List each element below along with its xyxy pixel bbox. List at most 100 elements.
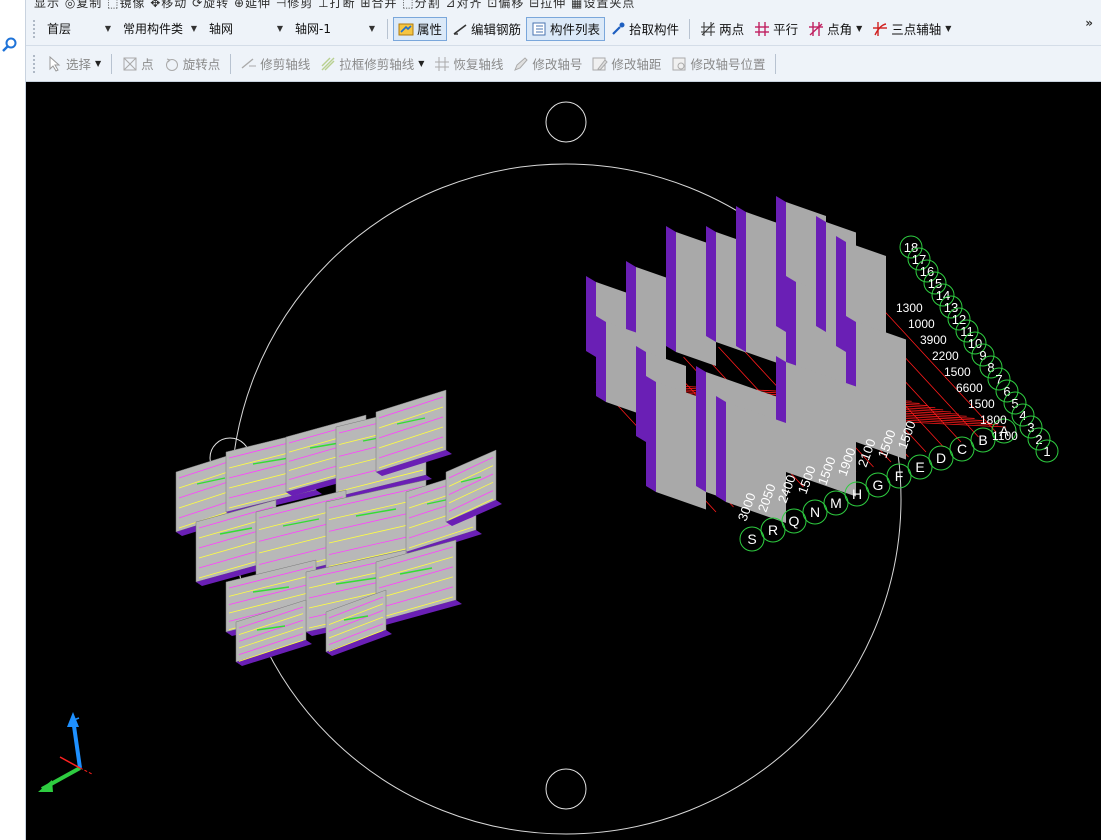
right-building-model[interactable] — [586, 196, 906, 523]
chevron-down-icon: ▼ — [104, 24, 112, 33]
axis-bubble-label: C — [957, 441, 967, 457]
pick-component-button-label: 拾取构件 — [629, 22, 680, 37]
building-block — [445, 449, 502, 526]
box-trim-axis-icon — [320, 56, 336, 72]
point-angle-button-label: 点角 — [827, 22, 853, 37]
select-button[interactable]: 选择 ▼ — [42, 52, 106, 76]
left-building-model[interactable] — [175, 389, 502, 666]
list-icon — [531, 21, 547, 37]
axis-bubble-row[interactable]: H — [844, 481, 870, 507]
left-panel-strip — [0, 0, 26, 840]
axis-bubble-label: B — [978, 432, 987, 448]
axis-edit-toolbar: 选择 ▼ 点 旋转点 修剪轴线 拉框修剪轴线 ▼ 恢复轴线 修改轴号 修改轴距 … — [26, 46, 1101, 82]
axis-bubble-row[interactable]: E — [907, 454, 933, 480]
axis-bubble-row[interactable]: S — [739, 526, 765, 552]
axis-bubble-row[interactable]: G — [865, 472, 891, 498]
axis-bubble-col[interactable]: 1 — [1035, 439, 1059, 463]
axis-bubble-label: H — [852, 486, 862, 502]
chevron-down-icon: ▼ — [368, 24, 376, 33]
parallel-button[interactable]: 平行 — [749, 17, 803, 41]
three-point-axis-icon — [872, 21, 888, 37]
axis-bubble-label: S — [747, 531, 756, 547]
point-button[interactable]: 点 — [117, 52, 159, 76]
eyedropper-icon — [610, 21, 626, 37]
type-select[interactable]: 轴网 ▼ — [204, 17, 290, 41]
chevron-down-icon[interactable]: ▼ — [418, 59, 424, 68]
search-icon[interactable] — [1, 36, 19, 54]
axis-bubble-row[interactable]: D — [928, 445, 954, 471]
properties-button-label: 属性 — [417, 22, 443, 37]
parallel-button-label: 平行 — [773, 22, 799, 37]
toolbar-grip[interactable] — [32, 53, 36, 74]
axis-bubble-label: E — [915, 459, 924, 475]
toolbar-separator — [387, 18, 388, 39]
select-button-label: 选择 — [66, 57, 92, 72]
axis-number-position-icon — [671, 56, 687, 72]
rotate-point-icon — [164, 56, 180, 72]
wall-slab — [596, 316, 636, 413]
three-point-axis-button[interactable]: 三点辅轴 ▼ — [867, 17, 956, 41]
axis-bubble-label: 2 — [1035, 432, 1042, 447]
axis-bubble-row[interactable]: M — [823, 490, 849, 516]
floor-select-value: 首层 — [47, 22, 72, 36]
component-list-button[interactable]: 构件列表 — [526, 16, 606, 41]
rotate-point-button[interactable]: 旋转点 — [159, 52, 226, 76]
point-angle-button[interactable]: 点角 ▼ — [803, 17, 867, 41]
trim-axis-button[interactable]: 修剪轴线 — [236, 52, 315, 76]
axis-bubble-row[interactable]: R — [760, 517, 786, 543]
axis-bubble-label: 8 — [987, 360, 994, 375]
dimension-label: 1000 — [908, 317, 935, 331]
modify-toolbar-text: 显示 ◎复制 ⬚镜像 ✥移动 ⟳旋转 ⊕延伸 ⊣修剪 ⊥打断 ⊞合并 ⬚分割 ⊿… — [34, 0, 636, 10]
orbit-handle-top[interactable] — [545, 101, 587, 143]
modify-axis-distance-button-label: 修改轴距 — [611, 57, 662, 72]
chevron-down-icon[interactable]: ▼ — [856, 24, 862, 33]
axis-bubble-label: M — [830, 495, 842, 511]
viewport-canvas[interactable]: SRQNMHGFEDCBA181716151413121110987654321… — [26, 82, 1101, 840]
modify-axis-number-button[interactable]: 修改轴号 — [508, 52, 587, 76]
toolbar-separator — [111, 53, 113, 74]
three-point-axis-button-label: 三点辅轴 — [891, 22, 942, 37]
dimension-label: 3900 — [920, 333, 947, 347]
two-point-button[interactable]: 两点 — [695, 17, 749, 41]
3d-viewport[interactable]: S R Q N M H G F E D C B A 18 17 16 15 14 13 12 11 10 9 8 7 6 5 4 3 2 1… — [26, 82, 1101, 840]
axis-bubble-label: D — [936, 450, 946, 466]
toolbar-overflow-button[interactable]: » — [1085, 16, 1093, 30]
category-select[interactable]: 常用构件类 ▼ — [118, 17, 204, 41]
edit-rebar-button[interactable]: 编辑钢筋 — [447, 17, 526, 41]
two-point-axis-icon — [700, 21, 716, 37]
building-block — [375, 389, 452, 476]
restore-axis-button-label: 恢复轴线 — [453, 57, 504, 72]
parallel-axis-icon — [754, 21, 770, 37]
axis-bubble-label: 1 — [1043, 444, 1050, 459]
axis-bubble-row[interactable]: F — [886, 463, 912, 489]
toolbar-grip[interactable] — [32, 18, 36, 39]
box-trim-axis-button[interactable]: 拉框修剪轴线 ▼ — [315, 52, 429, 76]
axis-bubble-label: 7 — [995, 372, 1002, 387]
pencil-icon — [513, 56, 529, 72]
modify-axis-distance-button[interactable]: 修改轴距 — [587, 52, 666, 76]
properties-button[interactable]: 属性 — [393, 16, 448, 41]
axis-bubble-row[interactable]: C — [949, 436, 975, 462]
dimension-label: 1800 — [980, 413, 1007, 427]
trim-axis-icon — [241, 56, 257, 72]
instance-select[interactable]: 轴网-1 ▼ — [290, 17, 382, 41]
dimension-label: 1100 — [992, 429, 1018, 443]
component-toolbar: 首层 ▼ 常用构件类 ▼ 轴网 ▼ 轴网-1 ▼ 属性 编辑钢筋 构件列表 拾取… — [26, 12, 1101, 46]
restore-axis-button[interactable]: 恢复轴线 — [429, 52, 508, 76]
edit-rebar-icon — [452, 21, 468, 37]
floor-select[interactable]: 首层 ▼ — [42, 17, 118, 41]
axis-bubble-label: G — [873, 477, 884, 493]
chevron-down-icon: ▼ — [190, 24, 198, 33]
chevron-down-icon[interactable]: ▼ — [945, 24, 951, 33]
coordinate-axes-icon — [38, 712, 93, 792]
dimension-label: 1500 — [944, 365, 971, 379]
axis-bubble-label: N — [810, 504, 820, 520]
chevron-down-icon[interactable]: ▼ — [95, 59, 101, 68]
orbit-handle-bottom[interactable] — [545, 768, 587, 810]
modify-axis-number-position-button[interactable]: 修改轴号位置 — [666, 52, 770, 76]
pick-component-button[interactable]: 拾取构件 — [605, 17, 684, 41]
toolbar-separator — [775, 53, 777, 74]
cursor-icon — [47, 55, 63, 72]
properties-icon — [398, 21, 414, 37]
axis-bubble-row[interactable]: N — [802, 499, 828, 525]
